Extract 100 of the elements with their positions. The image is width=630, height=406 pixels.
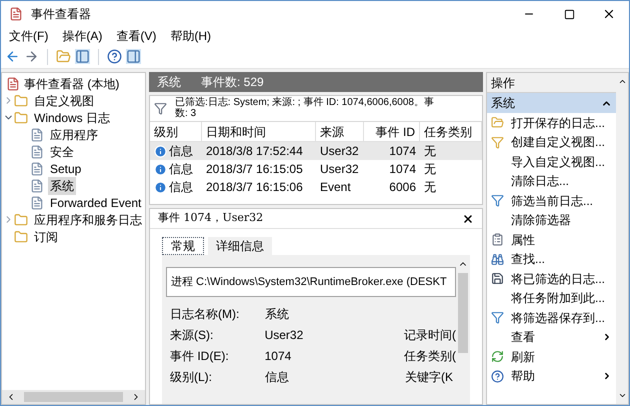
menu-item[interactable]: 帮助(H) bbox=[170, 27, 211, 45]
action-item[interactable]: 将任务附加到此... bbox=[511, 289, 612, 308]
tab[interactable]: 常规 bbox=[162, 237, 204, 255]
filter-description: 数: 3 bbox=[175, 108, 198, 119]
table-cell-text: 信息 bbox=[169, 179, 193, 196]
tree-item[interactable]: 订阅 bbox=[32, 228, 60, 246]
panel-icon[interactable] bbox=[75, 49, 90, 64]
folder-icon bbox=[14, 212, 28, 226]
log-icon bbox=[30, 162, 44, 176]
filter-icon bbox=[491, 136, 504, 149]
action-item[interactable]: 导入自定义视图... bbox=[511, 152, 612, 171]
event-title: 事件 1074，User32 bbox=[158, 210, 264, 226]
log-icon bbox=[30, 128, 44, 142]
table-cell-text: 6006 bbox=[389, 179, 416, 196]
tree-item[interactable]: Windows 日志 bbox=[32, 108, 112, 126]
tree-item[interactable]: 应用程序和服务日志 bbox=[32, 210, 144, 228]
tab[interactable]: 详细信息 bbox=[208, 237, 272, 255]
field-label: 日志名称(M): bbox=[170, 306, 240, 323]
close-icon bbox=[602, 7, 616, 21]
action-item[interactable]: 查找... bbox=[511, 250, 612, 268]
table-cell-text: User32 bbox=[320, 143, 359, 160]
table-row[interactable]: 信息 2018/3/7 16:15:06 Event 6006 无 bbox=[150, 178, 482, 196]
filter-description: 已筛选:日志: System; 来源: ; 事件 ID: 1074,6006,6008。事 bbox=[175, 97, 434, 108]
table-row[interactable]: 信息 2018/3/7 16:15:05 User32 1074 无 bbox=[150, 160, 482, 178]
event-viewer-icon bbox=[6, 76, 20, 90]
column-header[interactable]: 事件 ID bbox=[364, 122, 420, 141]
back-icon[interactable] bbox=[5, 49, 20, 64]
column-header[interactable]: 任务类别 bbox=[420, 122, 482, 141]
tree-item[interactable]: 安全 bbox=[48, 142, 76, 160]
menu-item[interactable]: 操作(A) bbox=[62, 27, 102, 45]
field-label: 记录时间( bbox=[404, 327, 456, 344]
tree-item[interactable]: Forwarded Event bbox=[48, 194, 144, 212]
folder-icon bbox=[491, 116, 504, 130]
table-cell-text: 1074 bbox=[389, 161, 416, 178]
tree-item[interactable]: 自定义视图 bbox=[32, 92, 96, 110]
binoculars-icon bbox=[491, 252, 504, 266]
scroll-up-icon[interactable] bbox=[618, 77, 626, 86]
folder-icon bbox=[14, 230, 28, 244]
horizontal-scrollbar[interactable] bbox=[2, 390, 145, 404]
window-title: 事件查看器 bbox=[31, 6, 92, 23]
field-value: 信息 bbox=[265, 369, 290, 386]
action-item[interactable]: 创建自定义视图... bbox=[511, 133, 612, 152]
tree-item[interactable]: 应用程序 bbox=[48, 126, 100, 144]
action-item[interactable]: 帮助 bbox=[511, 367, 602, 386]
action-item[interactable]: 筛选当前日志... bbox=[511, 192, 612, 210]
tree-item[interactable]: Setup bbox=[48, 160, 84, 178]
field-value: 系统 bbox=[265, 306, 290, 323]
panel-icon[interactable] bbox=[126, 49, 141, 64]
action-item[interactable]: 将筛选器保存到... bbox=[511, 308, 612, 327]
tree-item[interactable]: 系统 bbox=[48, 176, 76, 194]
group-header[interactable]: 系统 bbox=[487, 93, 616, 113]
save-icon bbox=[491, 272, 504, 286]
vertical-scrollbar[interactable] bbox=[616, 73, 628, 404]
panel-header: 操作 bbox=[487, 73, 616, 93]
menu-item[interactable]: 查看(V) bbox=[116, 27, 156, 45]
menu-item[interactable]: 文件(F) bbox=[9, 27, 48, 45]
message-field[interactable]: 进程 C:\Windows\System32\RuntimeBroker.exe (DESKT bbox=[166, 267, 456, 297]
forward-icon[interactable] bbox=[24, 49, 39, 64]
event-count: 事件数: 529 bbox=[201, 74, 264, 91]
field-label: 来源(S): bbox=[170, 327, 214, 344]
table-cell-text: User32 bbox=[320, 161, 359, 178]
table-cell-text: 1074 bbox=[389, 143, 416, 160]
action-item[interactable]: 属性 bbox=[511, 230, 612, 249]
scroll-down-icon[interactable] bbox=[618, 391, 626, 400]
filter-icon bbox=[491, 311, 504, 324]
table-cell-text: 2018/3/8 17:52:44 bbox=[206, 143, 303, 160]
log-icon bbox=[30, 196, 44, 210]
table-cell-text: 无 bbox=[424, 179, 436, 196]
help-icon[interactable] bbox=[107, 49, 122, 64]
table-cell-text: 2018/3/7 16:15:05 bbox=[206, 161, 303, 178]
folder-icon bbox=[14, 94, 28, 108]
column-header[interactable]: 级别 bbox=[150, 122, 202, 141]
close-icon[interactable] bbox=[462, 212, 474, 224]
group-label: 系统 bbox=[491, 95, 515, 112]
table-row[interactable]: 信息 2018/3/8 17:52:44 User32 1074 无 bbox=[150, 142, 482, 160]
action-item[interactable]: 刷新 bbox=[511, 348, 612, 366]
table-cell-text: 无 bbox=[424, 143, 436, 160]
action-item[interactable]: 清除筛选器 bbox=[511, 211, 612, 230]
action-item[interactable]: 将已筛选的日志... bbox=[511, 270, 612, 288]
filter-icon bbox=[491, 194, 504, 208]
action-item[interactable]: 清除日志... bbox=[511, 172, 612, 190]
field-label: 事件 ID(E): bbox=[170, 348, 230, 365]
column-header[interactable]: 日期和时间 bbox=[202, 122, 316, 141]
app-icon bbox=[9, 7, 23, 21]
action-item[interactable]: 打开保存的日志... bbox=[511, 114, 612, 132]
field-label: 关键字(K bbox=[405, 369, 453, 386]
folder-icon bbox=[14, 110, 28, 124]
log-icon bbox=[30, 178, 44, 192]
help-icon bbox=[491, 370, 504, 383]
info-icon bbox=[154, 144, 167, 158]
tree-item[interactable]: 事件查看器 (本地) bbox=[24, 74, 120, 92]
filter-icon bbox=[154, 102, 167, 115]
field-value: User32 bbox=[264, 327, 304, 344]
column-header[interactable]: 来源 bbox=[316, 122, 364, 141]
field-label: 任务类别( bbox=[404, 348, 456, 365]
field-label: 级别(L): bbox=[170, 369, 213, 386]
table-cell-text: 2018/3/7 16:15:06 bbox=[206, 179, 303, 196]
table-cell-text: Event bbox=[320, 179, 351, 196]
refresh-icon bbox=[491, 350, 504, 364]
action-item[interactable]: 查看 bbox=[511, 328, 602, 346]
